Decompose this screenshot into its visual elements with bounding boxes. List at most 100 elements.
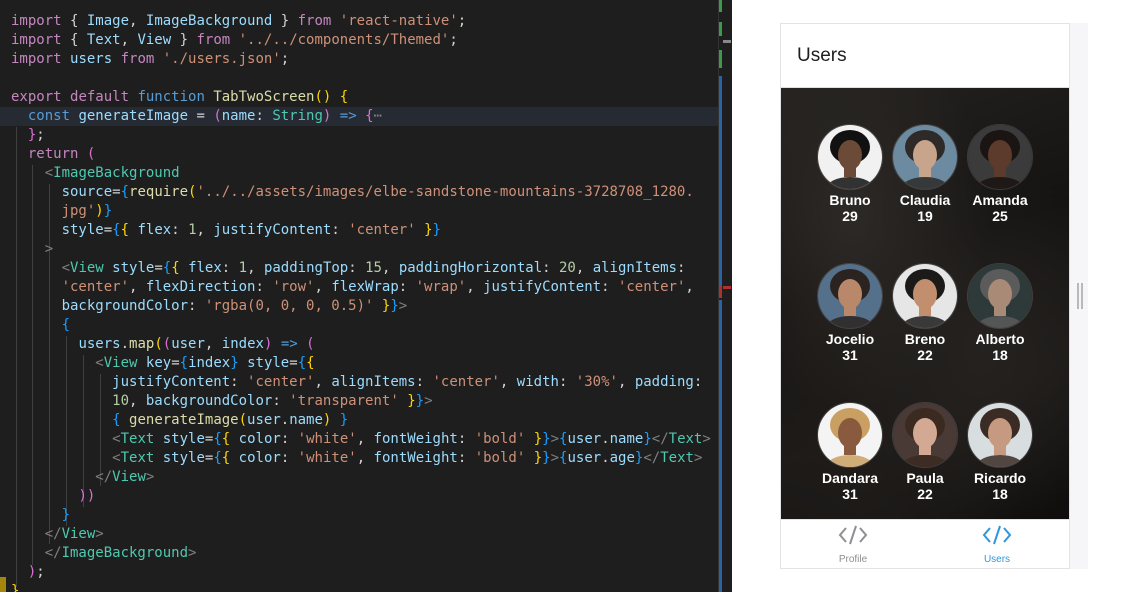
user-age: 18 [992,347,1008,363]
code-line[interactable]: } [11,582,711,592]
code-line[interactable]: <ImageBackground [11,164,711,183]
code-token: = [103,222,113,238]
user-age: 22 [917,347,933,363]
code-line[interactable]: 10, backgroundColor: 'transparent' }}> [11,392,711,411]
tab-profile[interactable]: Profile [781,520,925,568]
code-line[interactable]: }; [11,126,711,145]
code-token: 1 [238,260,248,276]
code-line[interactable]: const generateImage = (name: String) => … [0,107,720,126]
code-token: user [567,431,602,447]
code-token: } [339,412,349,428]
code-token: from [120,51,163,67]
code-token: < [95,355,104,371]
code-line[interactable]: import users from './users.json'; [11,50,711,69]
code-line[interactable]: { [11,316,711,335]
code-line[interactable]: </View> [11,468,711,487]
code-token: { [339,89,349,105]
user-avatar [892,124,958,190]
code-token: name [609,431,644,447]
code-line[interactable]: <View key={index} style={{ [11,354,711,373]
code-token: color [238,450,281,466]
code-line[interactable]: </ImageBackground> [11,544,711,563]
code-token: </ [44,526,62,542]
code-token: , [129,279,146,295]
code-line[interactable]: return ( [11,145,711,164]
code-line[interactable]: } [11,506,711,525]
code-token: ( [213,108,222,124]
code-token: > [44,241,54,257]
code-line[interactable]: import { Image, ImageBackground } from '… [11,12,711,31]
code-line[interactable]: source={require('../../assets/images/elb… [11,183,711,202]
code-token: import [11,13,71,29]
code-line[interactable]: backgroundColor: 'rgba(0, 0, 0, 0.5)' }}… [11,297,711,316]
code-line[interactable]: <Text style={{ color: 'white', fontWeigh… [11,430,711,449]
user-name: Dandara [821,470,879,486]
code-token: View [103,355,146,371]
code-line[interactable]: { generateImage(user.name) } [11,411,711,430]
code-token: 'row' [272,279,315,295]
resize-handle[interactable] [1077,283,1083,309]
code-line[interactable]: 'center', flexDirection: 'row', flexWrap… [11,278,711,297]
code-token: : [398,279,416,295]
code-editor[interactable]: import { Image, ImageBackground } from '… [0,0,732,592]
code-token: style [247,355,290,371]
code-token: : [693,374,703,390]
code-line[interactable]: export default function TabTwoScreen() { [11,88,711,107]
code-token: > [95,526,104,542]
code-token: : [171,222,189,238]
code-line[interactable]: users.map((user, index) => ( [11,335,711,354]
tab-bar: Profile Users [781,519,1069,568]
code-token: { [112,412,121,428]
code-line[interactable]: <View style={{ flex: 1, paddingTop: 15, … [11,259,711,278]
app-header: Users [781,24,1069,88]
code-token: 'rgba(0, 0, 0, 0.5)' [204,298,374,314]
user-card: Breno 22 [892,263,958,363]
user-card: Amanda 25 [967,124,1033,224]
code-line[interactable]: jpg')} [11,202,711,221]
code-token: export [11,89,71,105]
code-line[interactable] [11,69,711,88]
tab-users[interactable]: Users [925,520,1069,568]
code-token: style [112,260,155,276]
code-line[interactable]: style={{ flex: 1, justifyContent: 'cente… [11,221,711,240]
code-token: } [533,431,543,447]
code-token: ; [449,32,458,48]
code-token: > [550,450,560,466]
editor-scrollbar[interactable] [719,0,732,592]
git-change-marker [719,76,722,286]
code-line[interactable]: <Text style={{ color: 'white', fontWeigh… [11,449,711,468]
code-token: style [162,450,205,466]
tab-label: Users [983,553,1011,565]
code-icon [982,524,1012,551]
code-line[interactable]: justifyContent: 'center', alignItems: 'c… [11,373,711,392]
user-age: 19 [917,208,933,224]
code-token: 'bold' [474,431,526,447]
code-token: </ [643,450,661,466]
code-token: } [171,32,197,48]
code-token: => [280,336,298,352]
code-token: { [297,355,307,371]
code-line[interactable]: </View> [11,525,711,544]
code-line[interactable]: ); [11,563,711,582]
user-card: Dandara 31 [817,402,883,502]
code-line[interactable]: > [11,240,711,259]
code-line[interactable]: )) [11,487,711,506]
code-content[interactable]: import { Image, ImageBackground } from '… [0,12,720,592]
code-token: = [154,260,163,276]
code-line[interactable]: import { Text, View } from '../../compon… [11,31,711,50]
code-token: padding [634,374,694,390]
code-token: { [120,184,130,200]
